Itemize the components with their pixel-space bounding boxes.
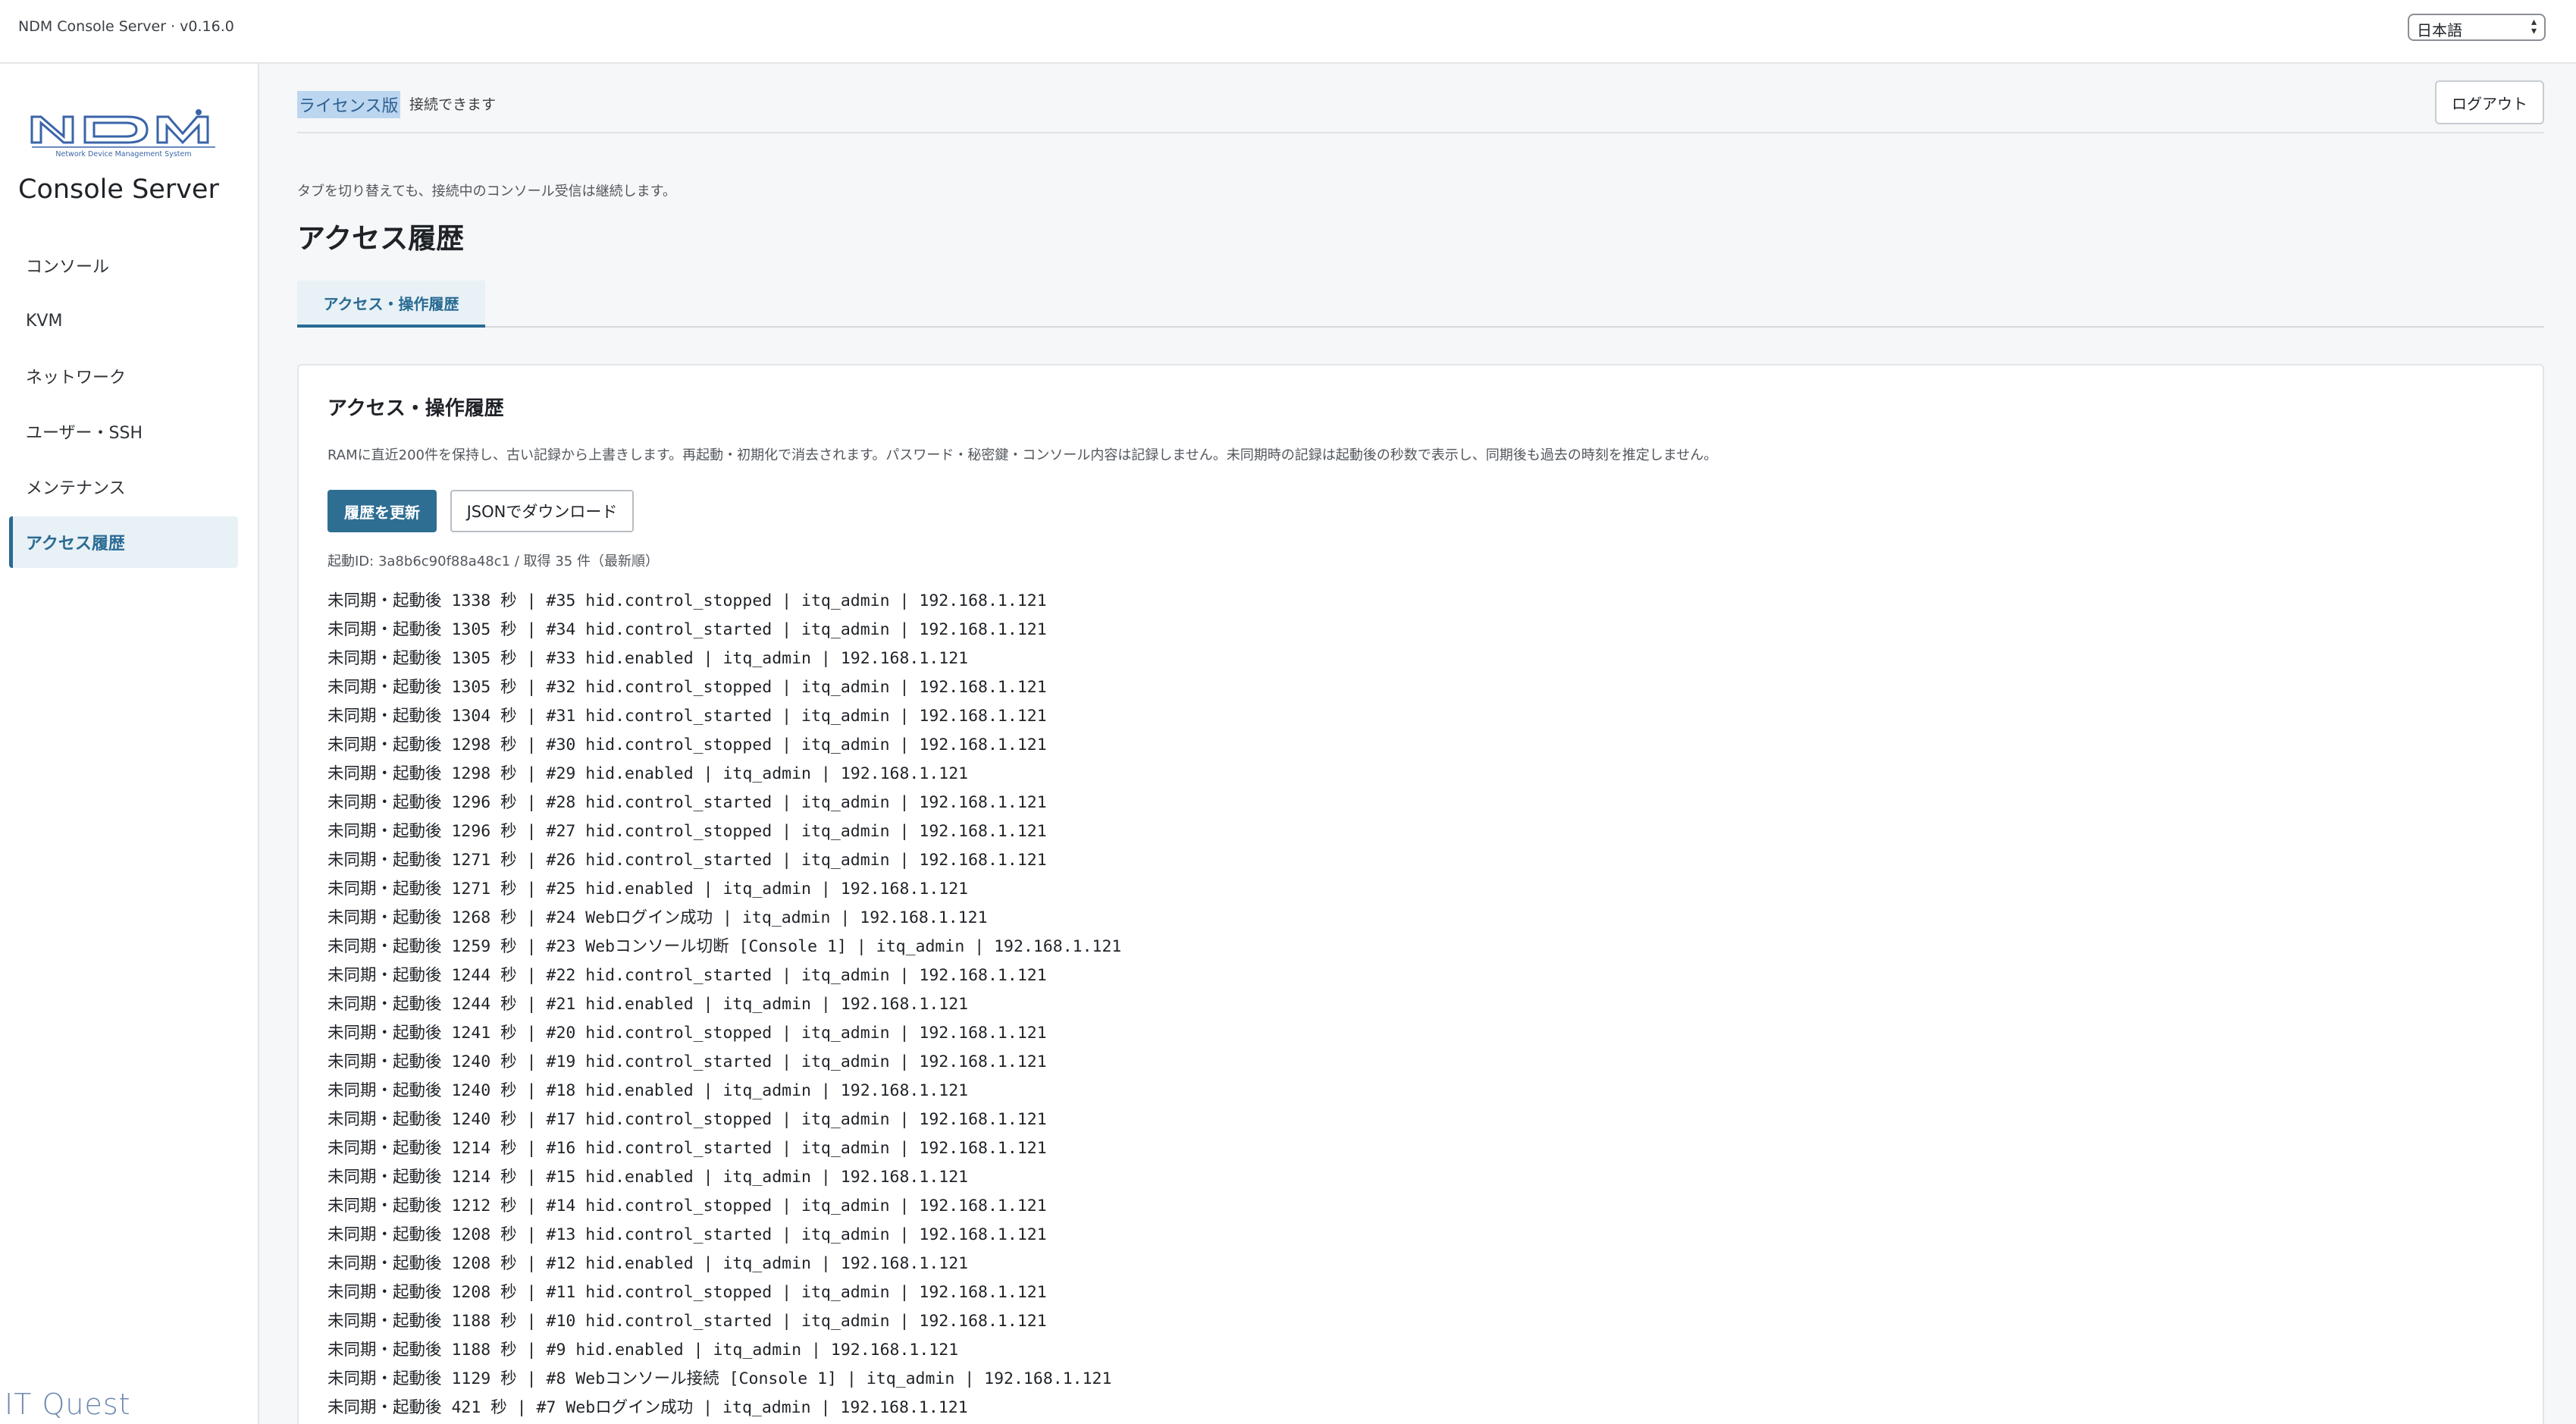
logo-subtitle: Network Device Management System xyxy=(55,150,191,158)
ndm-logo: Network Device Management System xyxy=(30,109,215,158)
log-line: 未同期・起動後 1240 秒 | #19 hid.control_started… xyxy=(327,1052,1047,1071)
top-bar: NDM Console Server · v0.16.0 日本語 ▴ ▾ xyxy=(0,0,2576,64)
brand-title: Console Server xyxy=(18,174,219,205)
log-line: 未同期・起動後 1129 秒 | #8 Webコンソール接続 [Console … xyxy=(327,1369,1112,1388)
language-select[interactable]: 日本語 ▴ ▾ xyxy=(2408,14,2546,41)
select-arrows-icon: ▴ ▾ xyxy=(2531,16,2537,37)
log-line: 未同期・起動後 1240 秒 | #18 hid.enabled | itq_a… xyxy=(327,1081,969,1100)
log-line: 未同期・起動後 1305 秒 | #34 hid.control_started… xyxy=(327,620,1047,639)
history-card: アクセス・操作履歴 RAMに直近200件を保持し、古い記録から上書きします。再起… xyxy=(297,364,2544,1424)
log-line: 未同期・起動後 1271 秒 | #25 hid.enabled | itq_a… xyxy=(327,880,969,899)
sidebar-item-users-ssh[interactable]: ユーザー・SSH xyxy=(9,406,238,457)
app-version: NDM Console Server · v0.16.0 xyxy=(18,18,234,35)
log-line: 未同期・起動後 1208 秒 | #11 hid.control_stopped… xyxy=(327,1283,1047,1302)
log-line: 未同期・起動後 1296 秒 | #28 hid.control_started… xyxy=(327,793,1047,812)
sidebar-item-console[interactable]: コンソール xyxy=(9,240,238,291)
log-line: 未同期・起動後 1298 秒 | #29 hid.enabled | itq_a… xyxy=(327,764,969,783)
sidebar-nav: コンソール KVM ネットワーク ユーザー・SSH メンテナンス アクセス履歴 xyxy=(9,240,238,572)
log-line: 未同期・起動後 421 秒 | #7 Webログイン成功 | itq_admin… xyxy=(327,1398,968,1417)
sidebar: Network Device Management System Console… xyxy=(0,64,259,1424)
log-line: 未同期・起動後 1298 秒 | #30 hid.control_stopped… xyxy=(327,736,1047,754)
log-line: 未同期・起動後 1208 秒 | #12 hid.enabled | itq_a… xyxy=(327,1254,969,1273)
log-line: 未同期・起動後 1296 秒 | #27 hid.control_stopped… xyxy=(327,822,1047,841)
card-title: アクセス・操作履歴 xyxy=(327,397,504,420)
log-line: 未同期・起動後 1244 秒 | #22 hid.control_started… xyxy=(327,966,1047,985)
boot-meta: 起動ID: 3a8b6c90f88a48c1 / 取得 35 件（最新順） xyxy=(327,554,659,569)
page-title: アクセス履歴 xyxy=(297,222,465,255)
log-line: 未同期・起動後 1188 秒 | #9 hid.enabled | itq_ad… xyxy=(327,1341,959,1360)
license-badge: ライセンス版 xyxy=(297,91,400,118)
log-line: 未同期・起動後 1259 秒 | #23 Webコンソール切断 [Console… xyxy=(327,937,1122,956)
log-line: 未同期・起動後 1271 秒 | #26 hid.control_started… xyxy=(327,851,1047,870)
log-line: 未同期・起動後 1305 秒 | #32 hid.control_stopped… xyxy=(327,678,1047,697)
tab-access-operation-history[interactable]: アクセス・操作履歴 xyxy=(297,281,485,328)
log-line: 未同期・起動後 1304 秒 | #31 hid.control_started… xyxy=(327,707,1047,726)
log-line: 未同期・起動後 1305 秒 | #33 hid.enabled | itq_a… xyxy=(327,649,969,668)
sidebar-item-access-history[interactable]: アクセス履歴 xyxy=(9,516,238,568)
log-line: 未同期・起動後 1244 秒 | #21 hid.enabled | itq_a… xyxy=(327,995,969,1014)
log-line: 未同期・起動後 1214 秒 | #16 hid.control_started… xyxy=(327,1139,1047,1158)
tab-bar: アクセス・操作履歴 xyxy=(297,281,2544,328)
license-row xyxy=(297,91,2544,133)
sidebar-item-maintenance[interactable]: メンテナンス xyxy=(9,461,238,513)
language-select-value: 日本語 xyxy=(2417,21,2462,39)
sidebar-item-network[interactable]: ネットワーク xyxy=(9,350,238,402)
log-line: 未同期・起動後 1208 秒 | #13 hid.control_started… xyxy=(327,1225,1047,1244)
log-line: 未同期・起動後 1212 秒 | #14 hid.control_stopped… xyxy=(327,1197,1047,1215)
download-json-button[interactable]: JSONでダウンロード xyxy=(450,490,634,532)
logout-button[interactable]: ログアウト xyxy=(2435,80,2544,124)
log-line: 未同期・起動後 1268 秒 | #24 Webログイン成功 | itq_adm… xyxy=(327,908,988,927)
log-line: 未同期・起動後 1240 秒 | #17 hid.control_stopped… xyxy=(327,1110,1047,1129)
log-line: 未同期・起動後 1188 秒 | #10 hid.control_started… xyxy=(327,1312,1047,1331)
tab-notice: タブを切り替えても、接続中のコンソール受信は継続します。 xyxy=(297,183,676,199)
log-line: 未同期・起動後 1214 秒 | #15 hid.enabled | itq_a… xyxy=(327,1168,969,1187)
log-line: 未同期・起動後 1338 秒 | #35 hid.control_stopped… xyxy=(327,591,1047,610)
history-log: 未同期・起動後 1338 秒 | #35 hid.control_stopped… xyxy=(327,587,2511,1422)
sidebar-item-kvm[interactable]: KVM xyxy=(9,295,238,347)
license-status: 接続できます xyxy=(409,96,497,113)
itquest-logo: IT Quest xyxy=(5,1388,131,1421)
log-line: 未同期・起動後 1241 秒 | #20 hid.control_stopped… xyxy=(327,1024,1047,1043)
refresh-history-button[interactable]: 履歴を更新 xyxy=(327,490,437,532)
card-description: RAMに直近200件を保持し、古い記録から上書きします。再起動・初期化で消去され… xyxy=(327,447,1718,463)
